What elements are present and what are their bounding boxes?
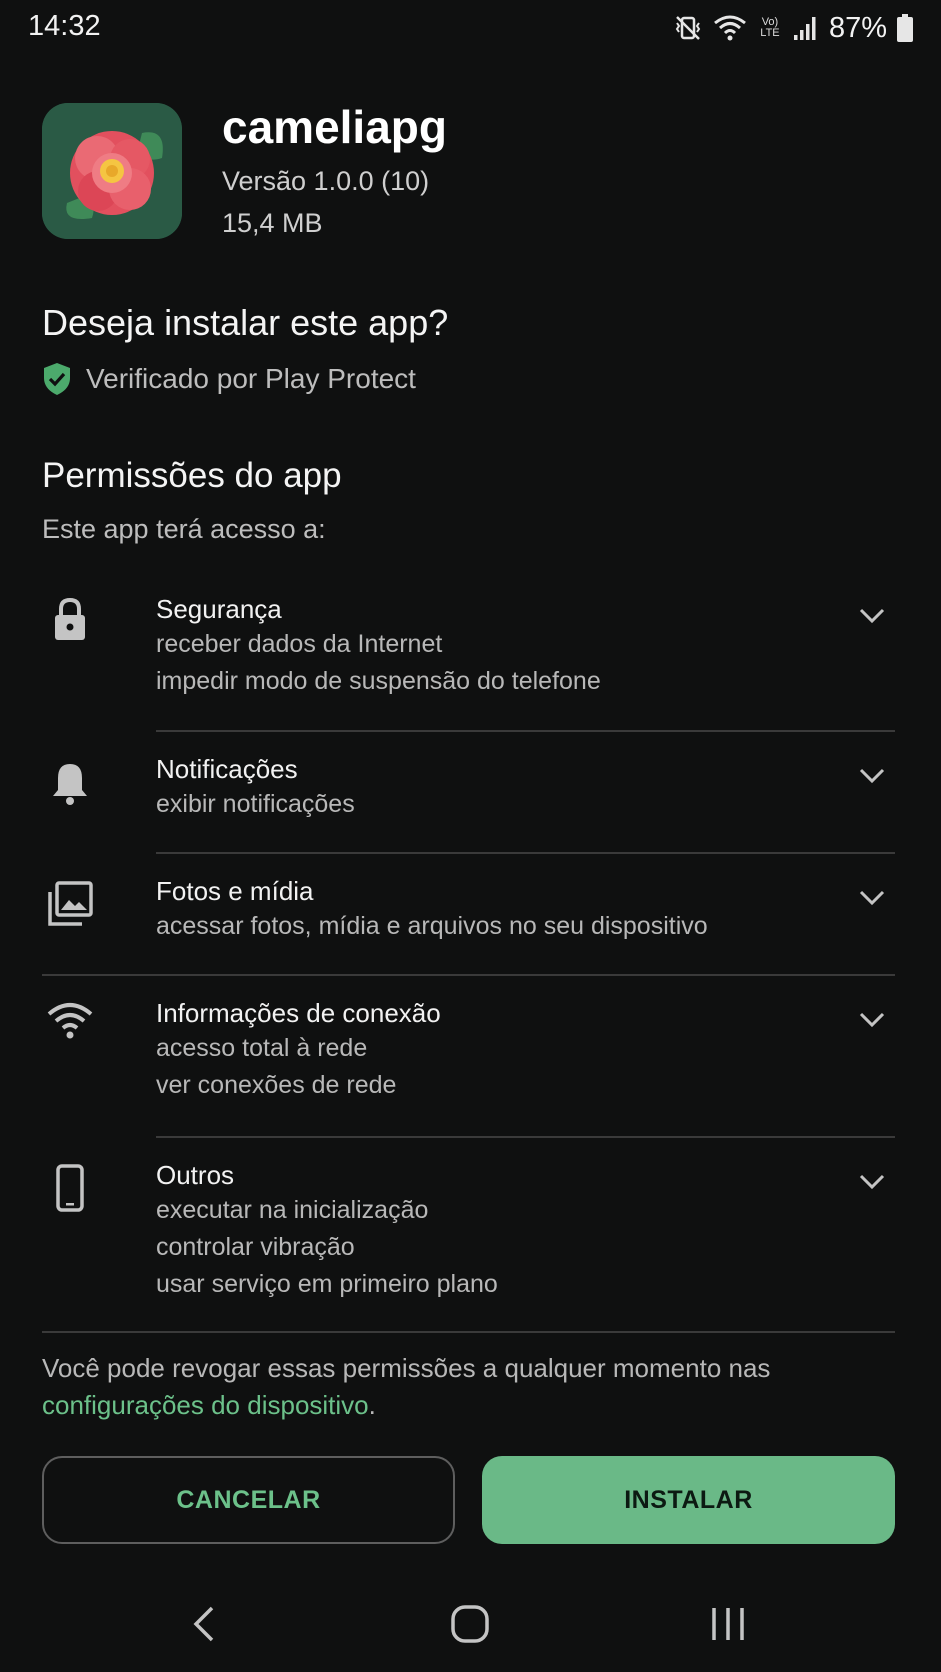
app-name: cameliapg bbox=[222, 101, 447, 153]
permission-group-photos[interactable]: Fotos e mídia acessar fotos, mídia e arq… bbox=[0, 874, 941, 974]
back-icon[interactable] bbox=[182, 1600, 230, 1648]
app-size: 15,4 MB bbox=[222, 208, 323, 238]
chevron-down-icon[interactable] bbox=[858, 883, 886, 911]
shield-check-icon bbox=[44, 363, 70, 395]
app-version: Versão 1.0.0 (10) bbox=[222, 166, 430, 196]
wifi-icon bbox=[47, 1003, 93, 1039]
permission-item: impedir modo de suspensão do telefone bbox=[156, 667, 601, 695]
volte-icon: Vo) LTE bbox=[757, 17, 783, 39]
permission-item: receber dados da Internet bbox=[156, 630, 443, 658]
status-icons: Vo) LTE 87% bbox=[673, 8, 913, 48]
signal-icon bbox=[793, 17, 816, 40]
home-icon[interactable] bbox=[446, 1600, 494, 1648]
divider bbox=[156, 852, 895, 854]
divider bbox=[156, 730, 895, 732]
device-settings-link[interactable]: configurações do dispositivo bbox=[42, 1390, 369, 1420]
vibrate-icon bbox=[675, 16, 701, 40]
permissions-subtitle: Este app terá acesso a: bbox=[42, 514, 326, 544]
verified-text: Verificado por Play Protect bbox=[86, 363, 416, 394]
permission-item: exibir notificações bbox=[156, 790, 355, 818]
cancel-button[interactable]: CANCELAR bbox=[42, 1456, 455, 1544]
permission-item: acessar fotos, mídia e arquivos no seu d… bbox=[156, 912, 708, 940]
phone-icon bbox=[56, 1164, 84, 1212]
camellia-flower-icon bbox=[42, 103, 182, 239]
permission-item: acesso total à rede bbox=[156, 1034, 368, 1062]
permission-group-name: Segurança bbox=[156, 594, 282, 624]
permission-group-name: Notificações bbox=[156, 754, 298, 784]
permission-group-name: Outros bbox=[156, 1160, 235, 1190]
chevron-down-icon[interactable] bbox=[858, 601, 886, 629]
revoke-end: . bbox=[368, 1390, 376, 1420]
permission-item: ver conexões de rede bbox=[156, 1071, 397, 1099]
chevron-down-icon[interactable] bbox=[858, 1005, 886, 1033]
permission-group-security[interactable]: Segurança receber dados da Internet impe… bbox=[0, 592, 941, 732]
battery-icon bbox=[897, 14, 913, 42]
status-bar: 14:32 Vo) LTE 87% bbox=[0, 0, 941, 58]
permission-item: controlar vibração bbox=[156, 1233, 355, 1261]
revoke-note: Você pode revogar essas permissões a qua… bbox=[42, 1350, 902, 1424]
divider bbox=[42, 974, 895, 976]
app-icon bbox=[42, 103, 182, 239]
recents-icon[interactable] bbox=[704, 1600, 752, 1648]
bell-icon bbox=[53, 764, 87, 805]
permission-item: usar serviço em primeiro plano bbox=[156, 1270, 498, 1298]
chevron-down-icon[interactable] bbox=[858, 761, 886, 789]
play-protect-verified: Verificado por Play Protect bbox=[42, 362, 416, 396]
status-time: 14:32 bbox=[28, 10, 101, 42]
permission-group-name: Fotos e mídia bbox=[156, 876, 314, 906]
volte-bottom: LTE bbox=[760, 27, 780, 39]
install-button[interactable]: INSTALAR bbox=[482, 1456, 895, 1544]
install-question: Deseja instalar este app? bbox=[42, 302, 449, 343]
photos-icon bbox=[48, 881, 93, 926]
battery-percent: 87% bbox=[828, 11, 887, 44]
permission-group-notifications[interactable]: Notificações exibir notificações bbox=[0, 752, 941, 852]
permission-item: executar na inicialização bbox=[156, 1196, 429, 1224]
chevron-down-icon[interactable] bbox=[858, 1167, 886, 1195]
permission-group-connection[interactable]: Informações de conexão acesso total à re… bbox=[0, 996, 941, 1136]
permissions-title: Permissões do app bbox=[42, 456, 342, 495]
lock-icon bbox=[55, 597, 85, 640]
wifi-icon bbox=[714, 15, 746, 41]
revoke-text: Você pode revogar essas permissões a qua… bbox=[42, 1353, 771, 1383]
divider bbox=[156, 1136, 895, 1138]
permission-group-name: Informações de conexão bbox=[156, 998, 441, 1028]
divider bbox=[42, 1331, 895, 1333]
permission-group-other[interactable]: Outros executar na inicialização control… bbox=[0, 1158, 941, 1334]
